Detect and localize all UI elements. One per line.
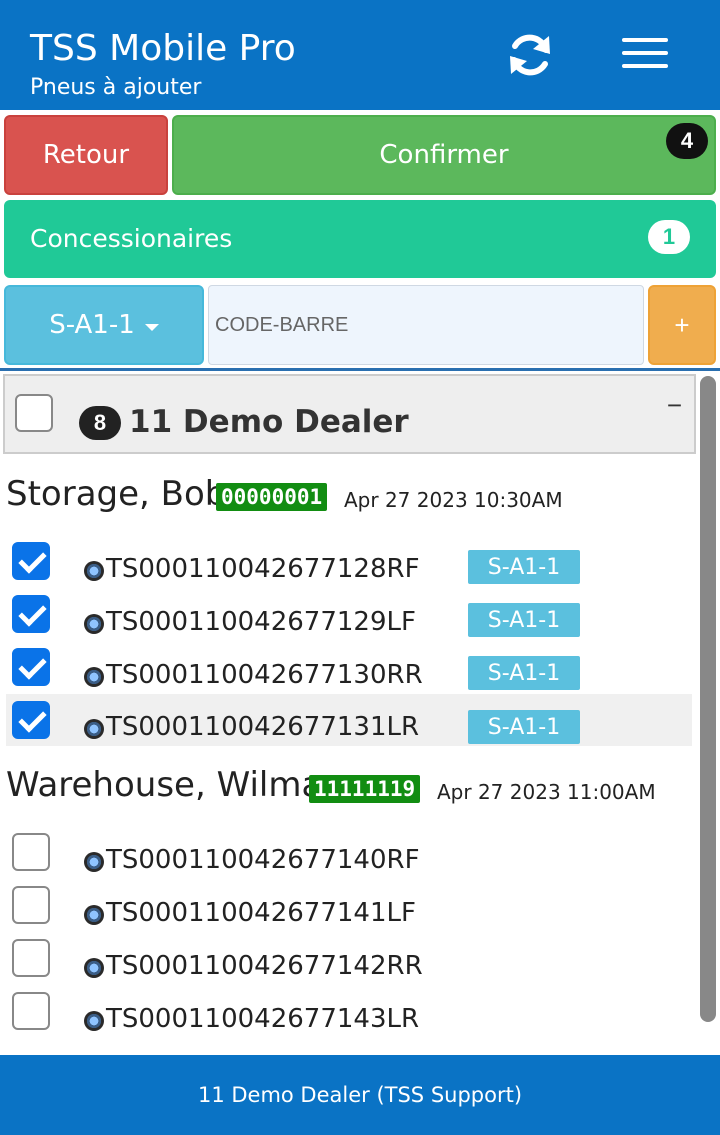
tire-checkbox[interactable] — [12, 542, 50, 580]
app-title: TSS Mobile Pro — [30, 28, 296, 69]
page-subtitle: Pneus à ajouter — [30, 75, 202, 100]
tire-icon — [84, 905, 104, 925]
collapse-icon[interactable]: − — [667, 390, 682, 421]
location-dropdown[interactable]: S-A1-1 — [4, 285, 204, 365]
tire-code: TS000110042677131LR — [106, 712, 420, 742]
customer-name: Warehouse, Wilma — [6, 765, 323, 805]
dealer-tire-count-badge: 8 — [79, 406, 121, 440]
tire-code: TS000110042677141LF — [106, 898, 416, 928]
tire-row[interactable]: TS000110042677128RF S-A1-1 — [6, 542, 692, 595]
select-all-checkbox[interactable] — [15, 394, 53, 432]
tire-checkbox[interactable] — [12, 701, 50, 739]
footer: 11 Demo Dealer (TSS Support) — [0, 1055, 720, 1135]
dealer-panel-header[interactable]: 8 11 Demo Dealer − — [3, 374, 696, 454]
tire-icon — [84, 852, 104, 872]
tire-location-badge: S-A1-1 — [468, 710, 580, 744]
tire-checkbox[interactable] — [12, 886, 50, 924]
tire-location-badge: S-A1-1 — [468, 656, 580, 690]
scrollbar[interactable] — [700, 376, 716, 1022]
tire-code: TS000110042677129LF — [106, 607, 416, 637]
barcode-placeholder: CODE-BARRE — [215, 313, 349, 336]
tire-checkbox[interactable] — [12, 595, 50, 633]
tire-icon — [84, 614, 104, 634]
tire-row[interactable]: TS000110042677140RF — [6, 833, 692, 886]
tire-checkbox[interactable] — [12, 939, 50, 977]
tire-code: TS000110042677143LR — [106, 1004, 420, 1034]
back-button[interactable]: Retour — [4, 115, 168, 195]
refresh-icon[interactable] — [505, 32, 555, 78]
tire-row[interactable]: TS000110042677129LF S-A1-1 — [6, 595, 692, 648]
hamburger-menu-icon[interactable] — [622, 38, 668, 72]
confirm-count-badge: 4 — [666, 123, 708, 159]
customer-name: Storage, Bob — [6, 474, 227, 514]
timestamp: Apr 27 2023 10:30AM — [344, 488, 563, 512]
tire-location-badge: S-A1-1 — [468, 603, 580, 637]
tire-row[interactable]: TS000110042677141LF — [6, 886, 692, 939]
tire-icon — [84, 561, 104, 581]
tire-checkbox[interactable] — [12, 648, 50, 686]
tire-code: TS000110042677140RF — [106, 845, 420, 875]
location-dropdown-value: S-A1-1 — [49, 310, 135, 340]
barcode-input[interactable]: CODE-BARRE — [208, 285, 644, 365]
dealers-label: Concessionaires — [30, 224, 233, 253]
divider — [0, 368, 720, 371]
tire-row[interactable]: TS000110042677131LR S-A1-1 — [6, 694, 692, 746]
footer-text: 11 Demo Dealer (TSS Support) — [197, 1083, 523, 1107]
tire-row[interactable]: TS000110042677143LR — [6, 992, 692, 1045]
tire-code: TS000110042677130RR — [106, 660, 423, 690]
confirm-label: Confirmer — [379, 140, 509, 170]
tire-row[interactable]: TS000110042677142RR — [6, 939, 692, 992]
dealers-button[interactable]: Concessionaires 1 — [4, 200, 716, 278]
tire-icon — [84, 719, 104, 739]
add-barcode-button[interactable]: + — [648, 285, 716, 365]
tire-checkbox[interactable] — [12, 833, 50, 871]
tire-checkbox[interactable] — [12, 992, 50, 1030]
app-header: TSS Mobile Pro Pneus à ajouter — [0, 0, 720, 110]
tire-location-badge: S-A1-1 — [468, 550, 580, 584]
dealer-name: 11 Demo Dealer — [129, 404, 409, 440]
tire-code: TS000110042677142RR — [106, 951, 423, 981]
account-badge: 00000001 — [216, 483, 328, 511]
timestamp: Apr 27 2023 11:00AM — [437, 780, 656, 804]
tire-icon — [84, 958, 104, 978]
confirm-button[interactable]: Confirmer 4 — [172, 115, 716, 195]
tire-icon — [84, 1011, 104, 1031]
caret-down-icon — [144, 323, 159, 331]
tire-code: TS000110042677128RF — [106, 554, 420, 584]
account-badge: 11111119 — [309, 775, 421, 803]
dealers-count-badge: 1 — [648, 220, 690, 254]
tire-icon — [84, 667, 104, 687]
